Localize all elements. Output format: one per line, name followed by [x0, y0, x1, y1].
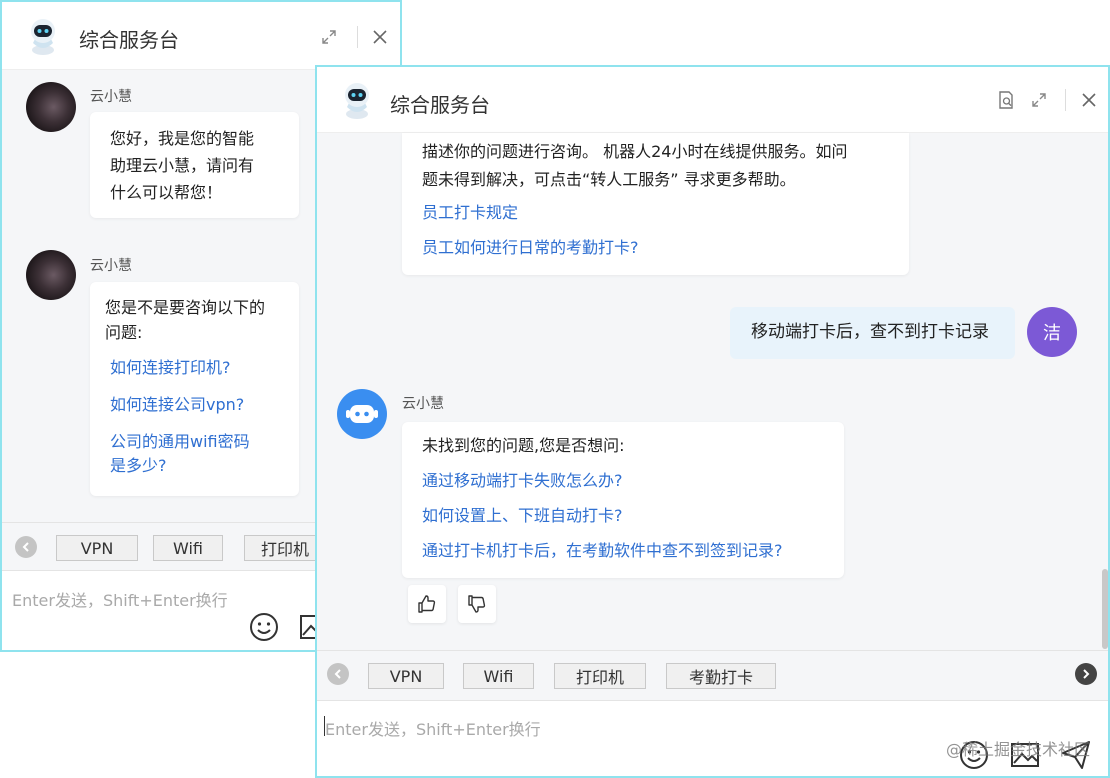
expand-icon[interactable] — [317, 25, 341, 49]
scroll-left-icon[interactable] — [327, 663, 349, 685]
suggestion-link[interactable]: 员工如何进行日常的考勤打卡? — [422, 236, 639, 260]
suggestion-link[interactable]: 如何连接公司vpn? — [110, 393, 244, 417]
message-line: 描述你的问题进行咨询。 机器人24小时在线提供服务。如问 — [422, 142, 848, 161]
sender-name: 云小慧 — [90, 258, 132, 274]
scroll-left-icon[interactable] — [15, 536, 37, 558]
message-line: 问题: — [105, 323, 143, 342]
user-avatar: 洁 — [1027, 307, 1077, 357]
suggestion-link[interactable]: 员工打卡规定 — [422, 201, 518, 225]
quick-reply-chip[interactable]: 打印机 — [554, 663, 646, 689]
suggestion-link[interactable]: 公司的通用wifi密码 — [110, 430, 250, 454]
thumbs-up-icon — [418, 595, 436, 613]
chat-scrollbar[interactable] — [1102, 569, 1108, 649]
history-icon[interactable] — [994, 88, 1018, 112]
header-divider — [1065, 89, 1066, 111]
suggestion-link[interactable]: 如何设置上、下班自动打卡? — [422, 504, 623, 528]
thumbs-up-button[interactable] — [408, 585, 446, 623]
user-message-bubble: 移动端打卡后，查不到打卡记录 — [730, 307, 1015, 359]
message-line: 助理云小慧，请问有 — [110, 156, 255, 175]
message-line: 您是不是要咨询以下的 — [105, 298, 266, 317]
quick-reply-chip[interactable]: Wifi — [153, 535, 223, 561]
message-bubble: 未找到您的问题,您是否想问: 通过移动端打卡失败怎么办? 如何设置上、下班自动打… — [402, 422, 844, 578]
message-line: 您好，我是您的智能 — [110, 129, 255, 148]
thumbs-down-button[interactable] — [458, 585, 496, 623]
suggestion-link[interactable]: 通过移动端打卡失败怎么办? — [422, 469, 623, 493]
window-title: 综合服务台 — [390, 93, 490, 117]
bot-avatar — [26, 250, 76, 300]
message-input[interactable]: Enter发送，Shift+Enter换行 — [325, 716, 541, 740]
quick-reply-chip[interactable]: 打印机 — [244, 535, 326, 561]
chat-header: 综合服务台 — [2, 2, 400, 70]
chat-window-front: 综合服务台 描述你的问题进行咨询。 机器人24小时在线提供服务。如问 题未得到解… — [315, 65, 1110, 778]
message-input[interactable]: Enter发送，Shift+Enter换行 — [12, 587, 228, 611]
quick-reply-chip[interactable]: Wifi — [463, 663, 534, 689]
emoji-icon[interactable] — [248, 611, 280, 643]
header-divider — [357, 26, 358, 48]
quick-reply-chip[interactable]: VPN — [368, 663, 444, 689]
window-title: 综合服务台 — [79, 28, 179, 52]
close-icon[interactable] — [368, 25, 392, 49]
sender-name: 云小慧 — [402, 396, 444, 412]
message-line: 题未得到解决，可点击“转人工服务” 寻求更多帮助。 — [422, 170, 796, 189]
quick-reply-bar: VPN Wifi 打印机 考勤打卡 — [317, 650, 1108, 700]
sender-name: 云小慧 — [90, 89, 132, 105]
message-line: 什么可以帮您！ — [110, 183, 223, 202]
quick-reply-chip[interactable]: 考勤打卡 — [666, 663, 776, 689]
quick-reply-chip[interactable]: VPN — [56, 535, 138, 561]
user-message-text: 移动端打卡后，查不到打卡记录 — [751, 322, 989, 342]
bot-avatar — [337, 389, 387, 439]
robot-face-icon — [346, 405, 378, 423]
thumbs-down-icon — [468, 595, 486, 613]
suggestion-link[interactable]: 如何连接打印机? — [110, 356, 231, 380]
suggestion-link[interactable]: 通过打卡机打卡后，在考勤软件中查不到签到记录? — [422, 539, 783, 563]
chat-header: 综合服务台 — [317, 67, 1108, 133]
suggestion-link[interactable]: 是多少? — [110, 454, 167, 478]
close-icon[interactable] — [1077, 88, 1101, 112]
message-bubble: 您是不是要咨询以下的 问题: 如何连接打印机? 如何连接公司vpn? 公司的通用… — [90, 282, 299, 496]
message-line: 未找到您的问题,您是否想问: — [422, 436, 625, 455]
message-bubble: 描述你的问题进行咨询。 机器人24小时在线提供服务。如问 题未得到解决，可点击“… — [402, 133, 909, 275]
scroll-right-icon[interactable] — [1075, 663, 1097, 685]
bot-avatar — [26, 82, 76, 132]
robot-logo-icon — [345, 83, 369, 119]
message-bubble: 您好，我是您的智能 助理云小慧，请问有 什么可以帮您！ — [90, 112, 299, 218]
expand-icon[interactable] — [1027, 88, 1051, 112]
watermark: @稀土掘金技术社区 — [945, 740, 1090, 759]
robot-logo-icon — [31, 19, 55, 55]
